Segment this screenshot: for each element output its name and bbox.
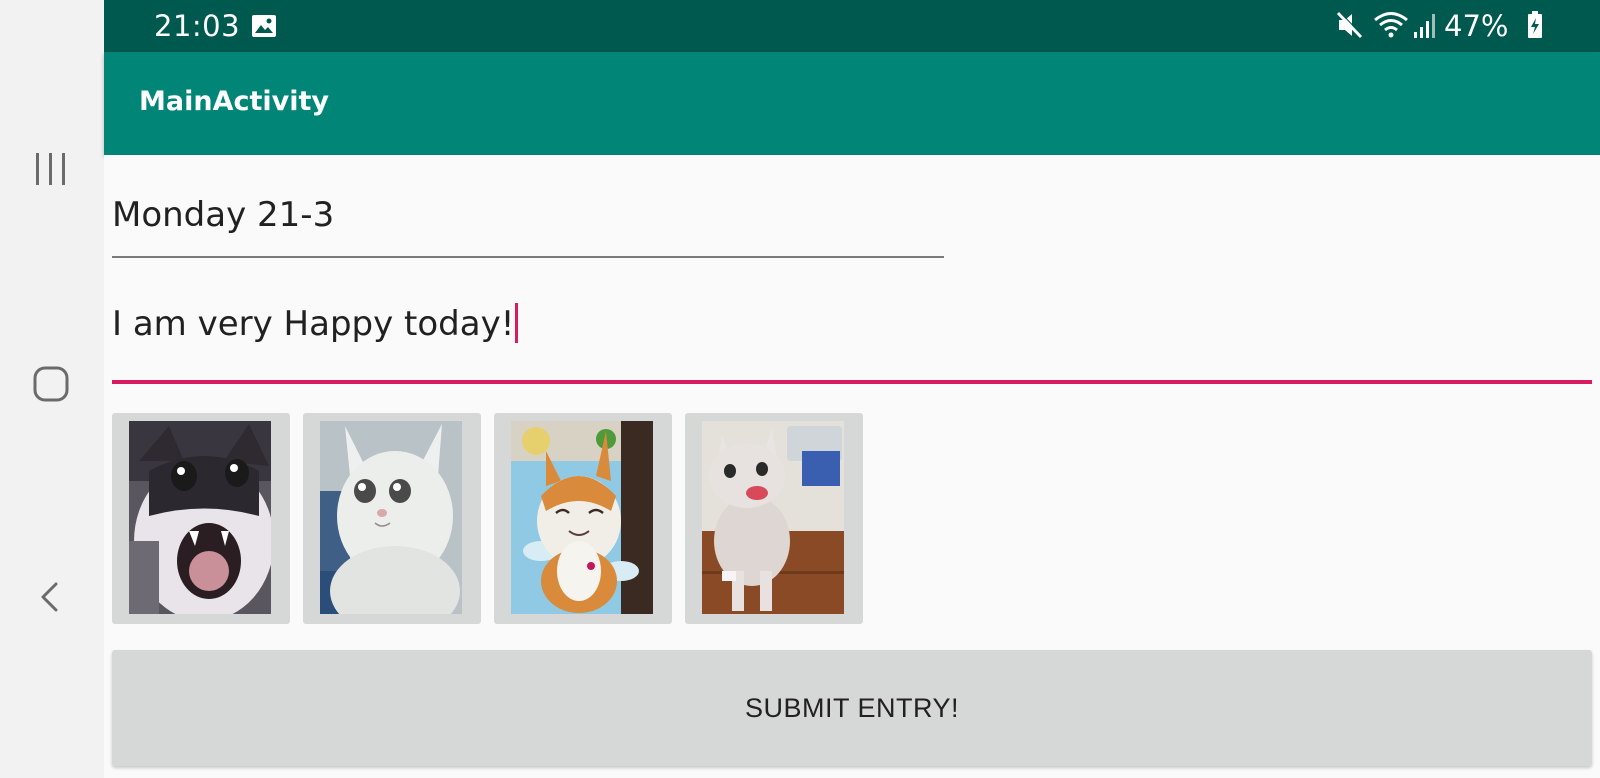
- entry-input-value: I am very Happy today!: [112, 304, 515, 344]
- entry-input[interactable]: I am very Happy today!: [112, 303, 1592, 344]
- laughing-cat-image: [702, 421, 844, 614]
- mood-button-laughing-cat[interactable]: [685, 413, 863, 624]
- battery-percent: 47%: [1444, 9, 1509, 43]
- mood-button-screaming-cat[interactable]: [112, 413, 290, 624]
- recents-icon[interactable]: [22, 143, 82, 203]
- back-icon[interactable]: [22, 579, 82, 639]
- smiling-cat-image: [511, 421, 653, 614]
- submit-entry-button[interactable]: SUBMIT ENTRY!: [112, 650, 1592, 766]
- date-input-underline: [112, 256, 944, 258]
- status-time: 21:03: [154, 9, 241, 43]
- text-cursor: [515, 303, 519, 343]
- battery-charging-icon: [1526, 10, 1544, 44]
- app-screen: 21:03 47% MainActivity Monday 21-3 I am …: [0, 0, 1600, 778]
- mood-button-crying-cat[interactable]: [303, 413, 481, 624]
- date-input[interactable]: Monday 21-3: [112, 195, 944, 235]
- app-bar: MainActivity: [104, 52, 1600, 155]
- mood-button-smiling-cat[interactable]: [494, 413, 672, 624]
- home-icon[interactable]: [22, 361, 82, 421]
- wifi-icon: [1373, 10, 1409, 44]
- signal-icon: [1412, 10, 1438, 44]
- status-bar: 21:03 47%: [104, 0, 1600, 52]
- crying-cat-image: [320, 421, 462, 614]
- app-title: MainActivity: [139, 86, 329, 117]
- gallery-notification-icon: [251, 14, 277, 42]
- system-nav-bar: [0, 0, 104, 778]
- mute-icon: [1336, 10, 1364, 44]
- screaming-cat-image: [129, 421, 271, 614]
- date-input-value: Monday 21-3: [112, 195, 335, 235]
- entry-form: Monday 21-3 I am very Happy today! SUBMI…: [104, 155, 1600, 778]
- entry-input-underline: [112, 380, 1592, 384]
